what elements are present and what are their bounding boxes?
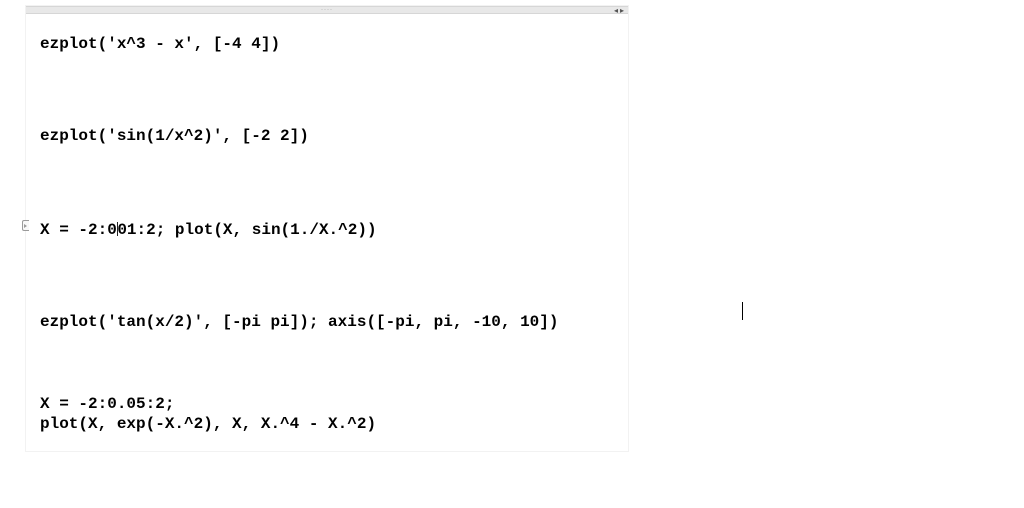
code-cell[interactable]: X = -2:0.05:2; plot(X, exp(-X.^2), X, X.… (40, 394, 614, 434)
panel-content: ezplot('x^3 - x', [-4 4]) ezplot('sin(1/… (26, 14, 628, 444)
nav-right-icon[interactable]: ▸ (620, 7, 625, 15)
code-cell[interactable]: ezplot('x^3 - x', [-4 4]) (40, 34, 614, 54)
titlebar-nav: ◂ ▸ (614, 7, 625, 15)
code-line[interactable]: ezplot('tan(x/2)', [-pi pi]); axis([-pi,… (40, 312, 614, 332)
code-panel: ···· ◂ ▸ ezplot('x^3 - x', [-4 4]) ezplo… (26, 6, 628, 451)
code-cell[interactable]: ezplot('sin(1/x^2)', [-2 2]) (40, 126, 614, 146)
code-line[interactable]: ezplot('sin(1/x^2)', [-2 2]) (40, 126, 614, 146)
code-line[interactable]: X = -2:0.05:2; (40, 394, 614, 414)
code-line[interactable]: ezplot('x^3 - x', [-4 4]) (40, 34, 614, 54)
nav-left-icon[interactable]: ◂ (614, 7, 619, 15)
code-line[interactable]: plot(X, exp(-X.^2), X, X.^4 - X.^2) (40, 414, 614, 434)
code-cell[interactable]: X = -2:001:2; plot(X, sin(1./X.^2)) (40, 218, 614, 240)
panel-titlebar[interactable]: ···· ◂ ▸ (26, 6, 628, 14)
code-cell[interactable]: ezplot('tan(x/2)', [-pi pi]); axis([-pi,… (40, 312, 614, 332)
drag-handle-dots[interactable]: ···· (321, 7, 333, 13)
code-line[interactable]: X = -2:001:2; plot(X, sin(1./X.^2)) (40, 218, 614, 240)
cell-run-marker-icon[interactable] (18, 218, 32, 232)
text-cursor (742, 302, 743, 320)
